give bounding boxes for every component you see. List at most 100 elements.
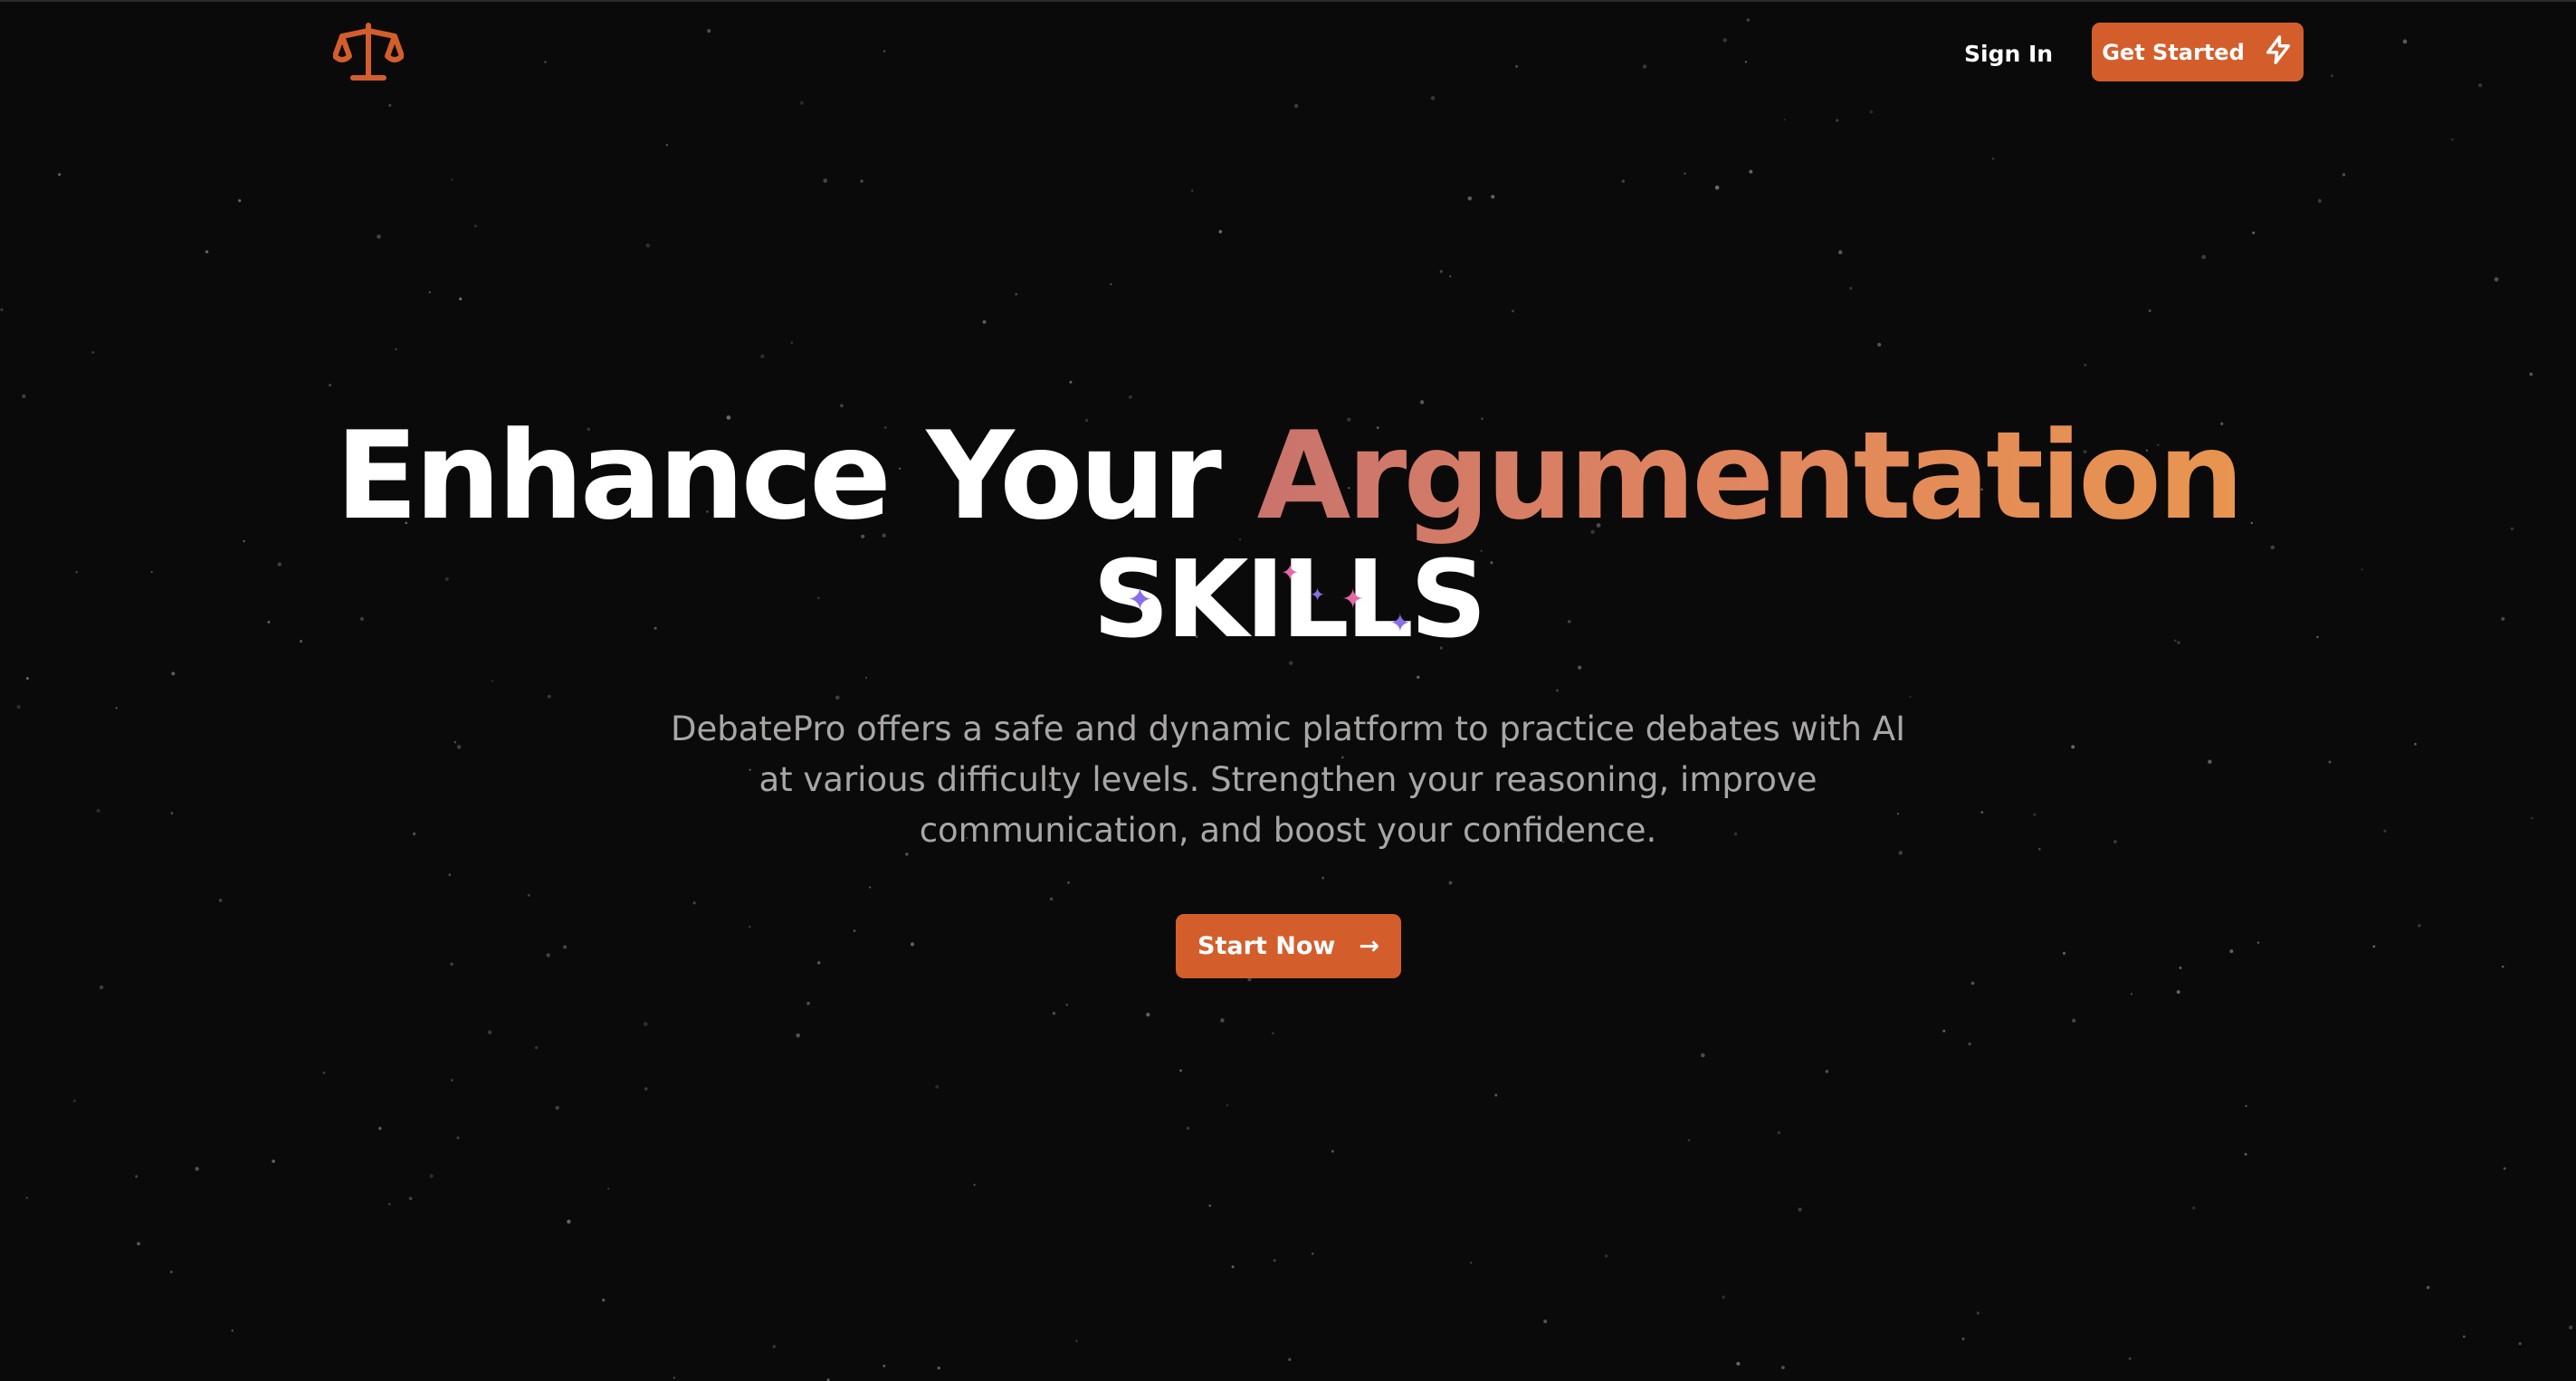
star-dot: [692, 901, 696, 905]
star-dot: [555, 1105, 559, 1110]
star-dot: [853, 929, 856, 932]
star-dot: [99, 985, 104, 990]
star-dot: [563, 945, 568, 949]
star-dot: [2531, 816, 2533, 820]
star-dot: [1976, 1311, 1980, 1315]
star-dot: [748, 925, 751, 929]
star-dot: [1146, 1013, 1150, 1017]
star-dot: [450, 962, 453, 967]
lightning-bolt-icon: [2263, 34, 2294, 71]
star-dot: [1467, 196, 1473, 201]
star-dot: [1869, 110, 1874, 114]
star-dot: [644, 1087, 648, 1091]
sign-in-button[interactable]: Sign In: [1946, 33, 2071, 76]
star-dot: [1190, 189, 1194, 192]
star-dot: [1781, 1366, 1785, 1369]
star-dot: [16, 704, 21, 710]
star-dot: [428, 290, 431, 294]
star-dot: [25, 677, 29, 681]
star-dot: [25, 1196, 29, 1199]
star-dot: [1321, 876, 1325, 880]
star-dot: [1449, 275, 1452, 278]
star-dot: [1642, 64, 1647, 69]
star-dot: [806, 1002, 810, 1005]
star-dot: [2414, 742, 2417, 746]
star-dot: [823, 178, 828, 183]
star-dot: [1417, 675, 1420, 680]
start-now-label: Start Now: [1197, 932, 1336, 960]
star-dot: [2317, 198, 2323, 204]
star-dot: [1849, 286, 1853, 290]
star-dot: [137, 1242, 141, 1246]
star-dot: [1515, 64, 1519, 68]
star-dot: [546, 953, 550, 957]
skills-text-wrapper: SKILLS ✦ ✦ ✦ ✦ ✦: [1092, 543, 1487, 655]
star-dot: [429, 1174, 434, 1178]
sparkle-icon: ✦: [1310, 584, 1325, 605]
hero-subtitle: DebatePro offers a safe and dynamic plat…: [671, 710, 1905, 850]
start-now-button[interactable]: Start Now →: [1176, 914, 1401, 978]
star-dot: [0, 308, 4, 311]
star-dot: [1226, 1104, 1229, 1107]
star-dot: [1714, 185, 1720, 190]
star-dot: [395, 348, 397, 351]
star-dot: [1621, 179, 1626, 184]
star-dot: [1288, 1357, 1292, 1361]
star-dot: [1208, 1204, 1212, 1207]
star-dot: [2252, 231, 2256, 234]
star-dot: [456, 1136, 460, 1140]
star-dot: [1293, 103, 1299, 109]
star-dot: [2062, 951, 2066, 956]
star-dot: [602, 1299, 606, 1302]
star-dot: [1749, 169, 1753, 174]
star-dot: [1430, 96, 1436, 100]
star-dot: [171, 671, 176, 676]
star-dot: [643, 1022, 648, 1027]
star-dot: [448, 873, 452, 876]
star-dot: [707, 29, 711, 33]
star-dot: [2038, 847, 2041, 851]
star-dot: [1491, 195, 1495, 199]
star-dot: [91, 351, 94, 354]
star-dot: [1722, 1295, 1726, 1300]
star-dot: [2072, 1018, 2076, 1023]
star-dot: [2478, 83, 2483, 88]
star-dot: [760, 354, 765, 359]
star-dot: [2176, 990, 2180, 995]
star-dot: [1777, 1130, 1781, 1135]
star-dot: [772, 1345, 776, 1348]
star-dot: [817, 961, 821, 965]
get-started-button[interactable]: Get Started: [2092, 23, 2304, 81]
sparkle-icon: ✦: [1127, 582, 1152, 618]
star-dot: [169, 1271, 173, 1273]
star-dot: [2518, 1342, 2522, 1346]
star-dot: [1067, 881, 1070, 884]
star-dot: [170, 812, 174, 815]
star-dot: [607, 1187, 610, 1190]
star-dot: [1684, 172, 1686, 175]
scale-balance-icon[interactable]: [332, 20, 405, 85]
star-dot: [527, 893, 530, 897]
star-dot: [2130, 993, 2132, 995]
star-dot: [1069, 380, 1073, 384]
star-dot: [2113, 840, 2117, 843]
star-dot: [835, 695, 840, 700]
star-dot: [2451, 138, 2454, 141]
star-dot: [1015, 292, 1018, 296]
star-dot: [322, 1071, 326, 1075]
star-dot: [377, 234, 381, 239]
star-dot: [2501, 966, 2504, 968]
star-dot: [645, 243, 651, 248]
star-dot: [388, 1203, 391, 1205]
star-dot: [57, 173, 62, 176]
star-dot: [982, 319, 987, 324]
star-dot: [473, 224, 478, 228]
star-dot: [72, 1100, 76, 1103]
star-dot: [2330, 74, 2333, 78]
star-dot: [1179, 1069, 1182, 1072]
star-dot: [1512, 310, 1514, 313]
headline-highlight-text: Argumentation: [1256, 405, 2245, 547]
star-dot: [673, 1376, 675, 1379]
star-dot: [1836, 119, 1839, 122]
star-dot: [1722, 38, 1727, 43]
